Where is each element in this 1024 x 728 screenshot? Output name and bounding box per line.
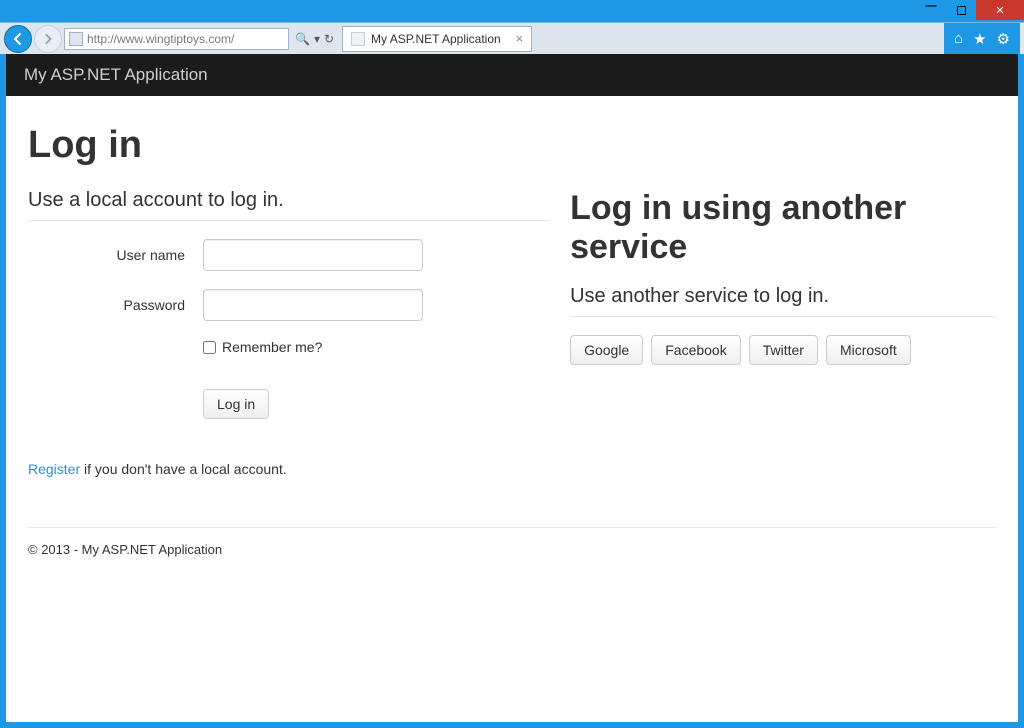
external-login-sub: Use another service to log in. <box>570 285 996 317</box>
nav-forward-button[interactable] <box>34 25 62 53</box>
page-viewport: My ASP.NET Application Log in Use a loca… <box>6 54 1018 722</box>
password-input[interactable] <box>203 289 423 321</box>
external-login-section: Log in using another service Use another… <box>570 189 996 477</box>
tab-favicon <box>351 32 365 46</box>
username-label: User name <box>28 247 203 263</box>
settings-gear-icon[interactable]: ⚙ <box>997 30 1010 48</box>
remember-label: Remember me? <box>222 339 322 355</box>
register-link[interactable]: Register <box>28 461 80 477</box>
home-icon[interactable]: ⌂ <box>954 30 963 47</box>
page-favicon <box>69 32 83 46</box>
nav-back-button[interactable] <box>4 25 32 53</box>
address-bar[interactable]: http://www.wingtiptoys.com/ <box>64 28 289 50</box>
local-login-section: Use a local account to log in. User name… <box>28 189 570 477</box>
local-login-heading: Use a local account to log in. <box>28 189 550 221</box>
tab-title: My ASP.NET Application <box>371 32 501 46</box>
favorites-icon[interactable]: ★ <box>973 30 986 48</box>
provider-google-button[interactable]: Google <box>570 335 643 365</box>
navbar-brand[interactable]: My ASP.NET Application <box>24 65 208 85</box>
refresh-icon[interactable]: ↻ <box>324 32 334 46</box>
browser-window: — ✕ http://www.wingtiptoys.com/ 🔍 ▾ ↻ My… <box>0 0 1024 728</box>
window-titlebar: — ✕ <box>0 0 1024 22</box>
footer-divider <box>28 527 996 528</box>
search-icon[interactable]: 🔍 <box>295 32 310 46</box>
password-label: Password <box>28 297 203 313</box>
address-url: http://www.wingtiptoys.com/ <box>87 32 284 46</box>
register-line: Register if you don't have a local accou… <box>28 461 550 477</box>
address-controls: 🔍 ▾ ↻ <box>291 32 338 46</box>
window-minimize-button[interactable]: — <box>916 0 946 20</box>
tab-close-icon[interactable]: × <box>515 31 523 46</box>
browser-toolbar: http://www.wingtiptoys.com/ 🔍 ▾ ↻ My ASP… <box>0 22 1024 54</box>
window-close-button[interactable]: ✕ <box>976 0 1024 20</box>
site-navbar: My ASP.NET Application <box>6 54 1018 96</box>
footer-text: © 2013 - My ASP.NET Application <box>28 542 996 557</box>
dropdown-icon[interactable]: ▾ <box>314 32 320 46</box>
browser-tab[interactable]: My ASP.NET Application × <box>342 26 532 52</box>
username-input[interactable] <box>203 239 423 271</box>
page-title: Log in <box>28 124 996 167</box>
external-login-title: Log in using another service <box>570 189 996 267</box>
login-button[interactable]: Log in <box>203 389 269 419</box>
provider-twitter-button[interactable]: Twitter <box>749 335 818 365</box>
provider-facebook-button[interactable]: Facebook <box>651 335 740 365</box>
provider-microsoft-button[interactable]: Microsoft <box>826 335 911 365</box>
remember-checkbox[interactable] <box>203 341 216 354</box>
window-maximize-button[interactable] <box>946 0 976 20</box>
register-tail: if you don't have a local account. <box>80 461 287 477</box>
